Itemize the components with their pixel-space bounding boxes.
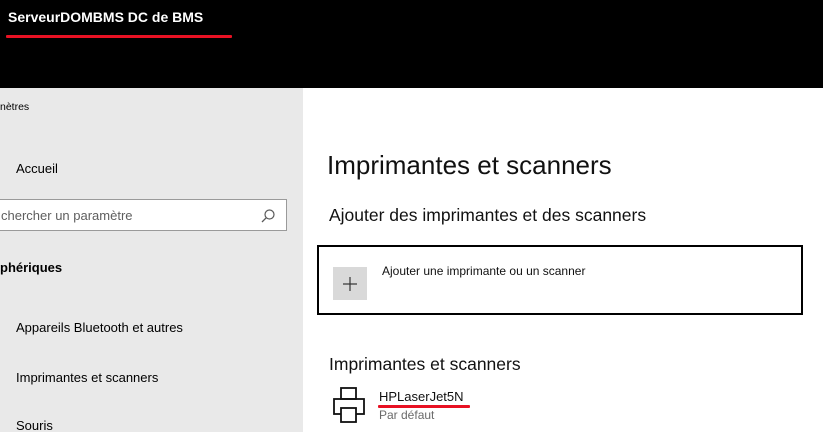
title-bar: ServeurDOMBMS DC de BMS [0,0,823,88]
printers-list-heading: Imprimantes et scanners [329,354,521,374]
sidebar: nètres Accueil phériques Appareils Bluet… [0,88,303,433]
sidebar-item-printers[interactable]: Imprimantes et scanners [16,370,158,385]
add-printer-button[interactable]: Ajouter une imprimante ou un scanner [317,245,803,315]
page-title: Imprimantes et scanners [327,150,612,180]
add-section-heading: Ajouter des imprimantes et des scanners [329,205,647,225]
sidebar-app-title: nètres [0,101,30,113]
plus-icon [333,267,367,300]
search-input[interactable] [0,200,251,230]
sidebar-section-heading: phériques [0,260,63,275]
sidebar-item-mouse[interactable]: Souris [16,418,53,433]
printer-list-item[interactable]: HPLaserJet5N Par défaut [332,386,632,432]
add-printer-label: Ajouter une imprimante ou un scanner [382,264,586,278]
sidebar-item-bluetooth[interactable]: Appareils Bluetooth et autres [16,320,183,335]
printer-icon [332,386,368,431]
sidebar-item-home[interactable]: Accueil [16,161,58,176]
search-box [0,199,287,231]
search-icon[interactable] [260,208,276,224]
title-underline-annotation [6,35,232,38]
printer-status: Par défaut [379,408,435,422]
printer-name: HPLaserJet5N [379,389,464,404]
window-title: ServeurDOMBMS DC de BMS [8,9,204,25]
